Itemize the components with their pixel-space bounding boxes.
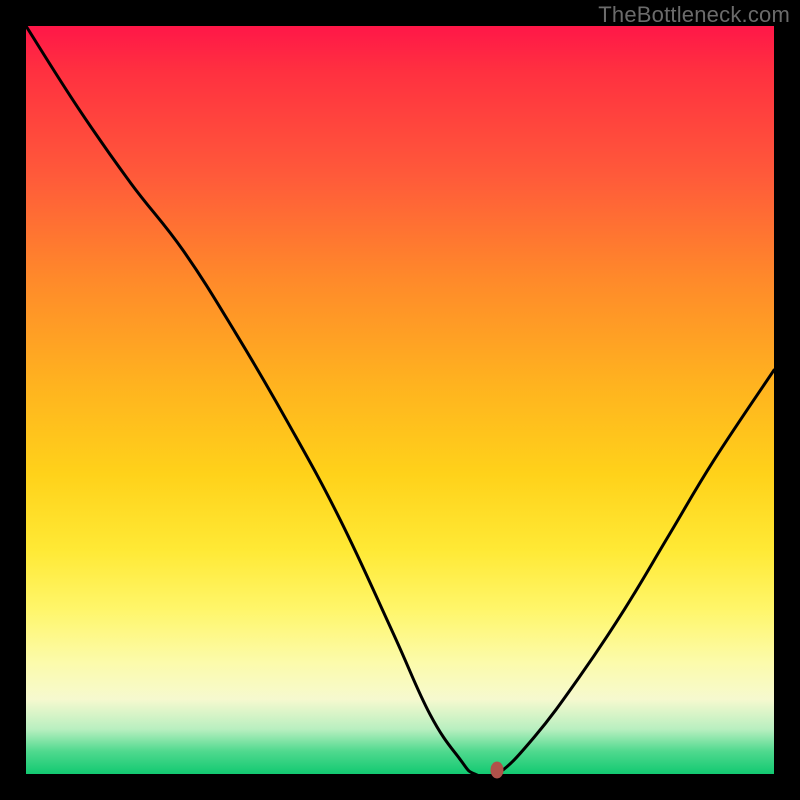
bottleneck-curve [26, 26, 774, 774]
curve-svg [26, 26, 774, 774]
watermark-text: TheBottleneck.com [598, 2, 790, 28]
optimal-point-marker [491, 762, 504, 779]
chart-frame: TheBottleneck.com [0, 0, 800, 800]
